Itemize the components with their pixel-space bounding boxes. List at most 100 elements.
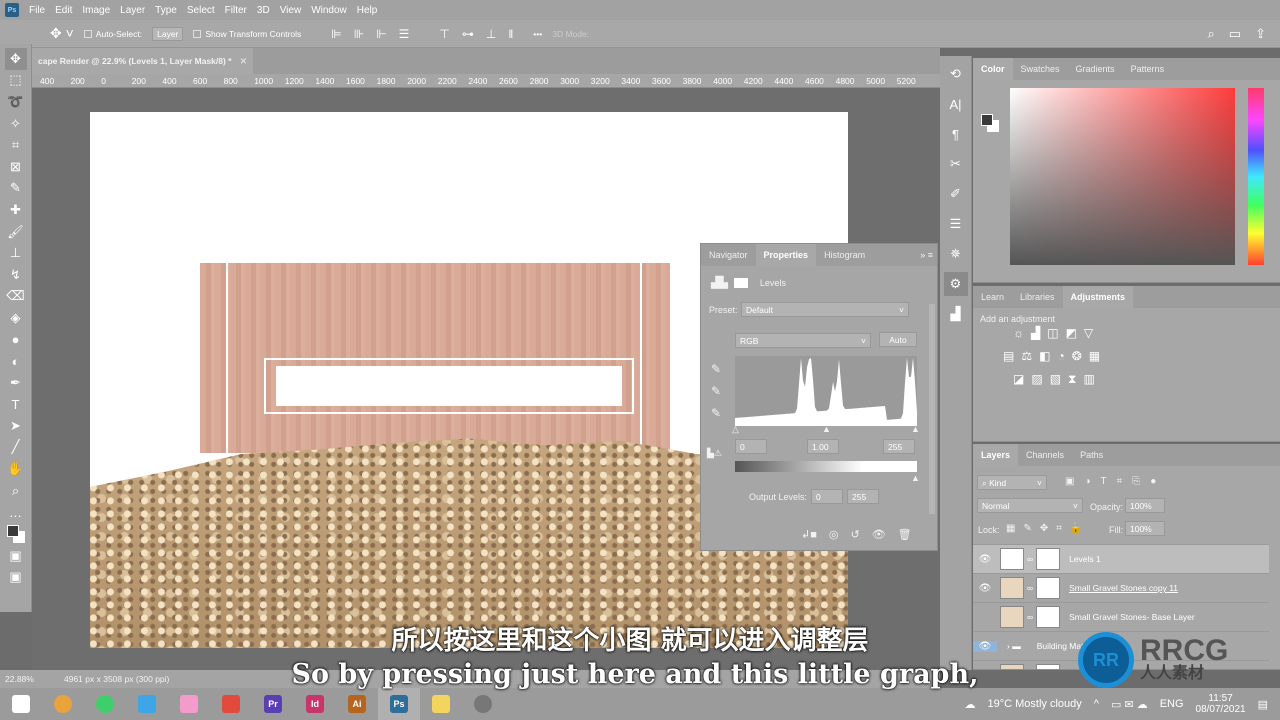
- distribute-icon[interactable]: ☰: [399, 27, 410, 41]
- tab-channels[interactable]: Channels: [1018, 444, 1072, 466]
- styles-icon[interactable]: ⚙: [943, 272, 968, 296]
- more-tools-icon[interactable]: …: [5, 501, 27, 523]
- align-left-icon[interactable]: ⊫: [331, 27, 341, 41]
- foreground-background-colors[interactable]: [5, 523, 27, 545]
- histogram-icon[interactable]: ▟: [944, 302, 968, 326]
- white-eyedropper-icon[interactable]: ✎: [711, 406, 721, 420]
- white-point-slider[interactable]: ▲: [911, 424, 920, 434]
- zoom-level[interactable]: 22.88%: [0, 674, 60, 684]
- black-white-icon[interactable]: ◧: [1039, 349, 1050, 363]
- channel-dropdown[interactable]: RGB ˅: [735, 333, 871, 348]
- lock-transparent-icon[interactable]: ▦: [1006, 523, 1015, 534]
- screen-mode-icon[interactable]: ▣: [5, 567, 27, 589]
- layer-row[interactable]: ∞ Small Gravel Stones- Base Layer: [973, 602, 1269, 631]
- menu-window[interactable]: Window: [311, 5, 347, 16]
- layer-mask-thumbnail[interactable]: [1036, 548, 1061, 570]
- visibility-eye-icon[interactable]: 👁: [973, 670, 997, 671]
- opacity-field[interactable]: 100%: [1125, 498, 1165, 513]
- clip-to-layer-icon[interactable]: ↲■: [801, 528, 817, 541]
- visibility-eye-icon[interactable]: 👁: [973, 640, 997, 652]
- brushes-icon[interactable]: ☰: [944, 212, 968, 236]
- layer-row[interactable]: 👁 ∞ Levels 1: [973, 544, 1269, 573]
- collapse-icon[interactable]: » ≡: [920, 250, 933, 260]
- taskbar-explorer[interactable]: [420, 688, 462, 720]
- layer-mask-thumbnail[interactable]: [1036, 577, 1061, 599]
- tab-layers[interactable]: Layers: [973, 444, 1019, 466]
- photo-filter-icon[interactable]: ◔: [1057, 349, 1064, 363]
- taskbar-indesign[interactable]: Id: [294, 688, 336, 720]
- taskbar-obs[interactable]: [462, 688, 504, 720]
- menu-type[interactable]: Type: [155, 5, 177, 16]
- taskbar-acrobat[interactable]: [210, 688, 252, 720]
- auto-select-checkbox[interactable]: Auto-Select:: [83, 29, 142, 39]
- menu-3d[interactable]: 3D: [257, 5, 270, 16]
- character-icon[interactable]: A|: [944, 92, 968, 116]
- align-center-icon[interactable]: ⊪: [354, 27, 364, 41]
- filter-shape-icon[interactable]: ⌗: [1117, 476, 1123, 487]
- input-gamma-field[interactable]: 1.00: [807, 439, 839, 454]
- posterize-icon[interactable]: ▨: [1031, 372, 1042, 387]
- quick-mask-icon[interactable]: ▣: [5, 545, 27, 567]
- layer-mask-thumbnail[interactable]: [1036, 606, 1061, 628]
- show-transform-checkbox[interactable]: Show Transform Controls: [193, 29, 301, 39]
- link-icon[interactable]: ∞: [1027, 554, 1033, 564]
- magic-wand-icon[interactable]: ✧: [5, 113, 27, 135]
- vibrance-icon[interactable]: ▽: [1084, 326, 1093, 340]
- eraser-icon[interactable]: ⌫: [5, 286, 27, 308]
- notifications-icon[interactable]: ▤: [1258, 698, 1268, 711]
- search-icon[interactable]: ⌕: [1208, 26, 1215, 42]
- tab-swatches[interactable]: Swatches: [1013, 58, 1068, 80]
- levels-adj-icon[interactable]: ▟: [1031, 326, 1040, 340]
- move-tool-icon[interactable]: ✥ ˅: [50, 25, 74, 42]
- paint-bucket-icon[interactable]: ◈: [5, 307, 27, 329]
- filter-pixel-icon[interactable]: ▣: [1065, 476, 1074, 487]
- tab-patterns[interactable]: Patterns: [1123, 58, 1173, 80]
- filter-smart-icon[interactable]: ⎘: [1132, 476, 1140, 487]
- taskbar-photos[interactable]: [168, 688, 210, 720]
- frame-tool-icon[interactable]: ⊠: [5, 156, 27, 178]
- crop-tool-icon[interactable]: ⌗: [5, 134, 27, 156]
- visibility-icon[interactable]: 👁: [872, 528, 886, 541]
- layer-row[interactable]: 👁 ∞ Small Gravel Stones copy 11: [973, 573, 1269, 602]
- taskbar-illustrator[interactable]: Ai: [336, 688, 378, 720]
- gamma-slider[interactable]: ▲: [822, 424, 831, 434]
- more-options-button[interactable]: •••: [533, 29, 542, 39]
- clipping-warning-icon[interactable]: ▙⚠: [707, 448, 722, 459]
- history-icon[interactable]: ⟲: [944, 62, 968, 86]
- lasso-tool-icon[interactable]: ➰: [5, 91, 27, 113]
- brightness-icon[interactable]: ☼: [1013, 326, 1024, 340]
- filter-adjustment-icon[interactable]: ◑: [1084, 476, 1090, 487]
- tab-histogram[interactable]: Histogram: [816, 244, 873, 266]
- weather-text[interactable]: 19°C Mostly cloudy: [988, 698, 1082, 710]
- selective-color-icon[interactable]: ⧗: [1068, 372, 1076, 387]
- output-white-field[interactable]: 255: [847, 489, 879, 504]
- output-white-slider[interactable]: ▲: [911, 473, 920, 483]
- threshold-icon[interactable]: ▧: [1050, 372, 1061, 387]
- menu-file[interactable]: File: [29, 5, 45, 16]
- marquee-tool-icon[interactable]: ⬚: [5, 70, 27, 92]
- workspace-icon[interactable]: ▭: [1229, 26, 1241, 42]
- color-lookup-icon[interactable]: ▦: [1089, 349, 1100, 363]
- input-black-field[interactable]: 0: [735, 439, 767, 454]
- gray-eyedropper-icon[interactable]: ✎: [711, 384, 721, 398]
- filter-type-icon[interactable]: T: [1101, 476, 1107, 487]
- taskbar-windows[interactable]: [0, 688, 42, 720]
- hue-slider[interactable]: [1248, 88, 1264, 265]
- auto-button[interactable]: Auto: [879, 332, 917, 347]
- black-point-slider[interactable]: △: [732, 424, 739, 435]
- tab-adjustments[interactable]: Adjustments: [1062, 286, 1134, 308]
- tab-libraries[interactable]: Libraries: [1012, 286, 1063, 308]
- align-right-icon[interactable]: ⊩: [376, 27, 386, 41]
- align-middle-icon[interactable]: ⊶: [462, 27, 474, 41]
- output-black-field[interactable]: 0: [811, 489, 843, 504]
- exposure-icon[interactable]: ◩: [1066, 326, 1077, 340]
- fill-field[interactable]: 100%: [1125, 521, 1165, 536]
- zoom-tool-icon[interactable]: ⌕: [5, 480, 27, 502]
- lock-pixels-icon[interactable]: ✎: [1023, 523, 1031, 534]
- tray-chevron-icon[interactable]: ^: [1094, 698, 1099, 710]
- menu-edit[interactable]: Edit: [55, 5, 72, 16]
- filter-toggle-icon[interactable]: ●: [1150, 476, 1156, 487]
- menu-select[interactable]: Select: [187, 5, 215, 16]
- visibility-eye-icon[interactable]: 👁: [973, 583, 997, 594]
- align-top-icon[interactable]: ⊤: [439, 27, 449, 41]
